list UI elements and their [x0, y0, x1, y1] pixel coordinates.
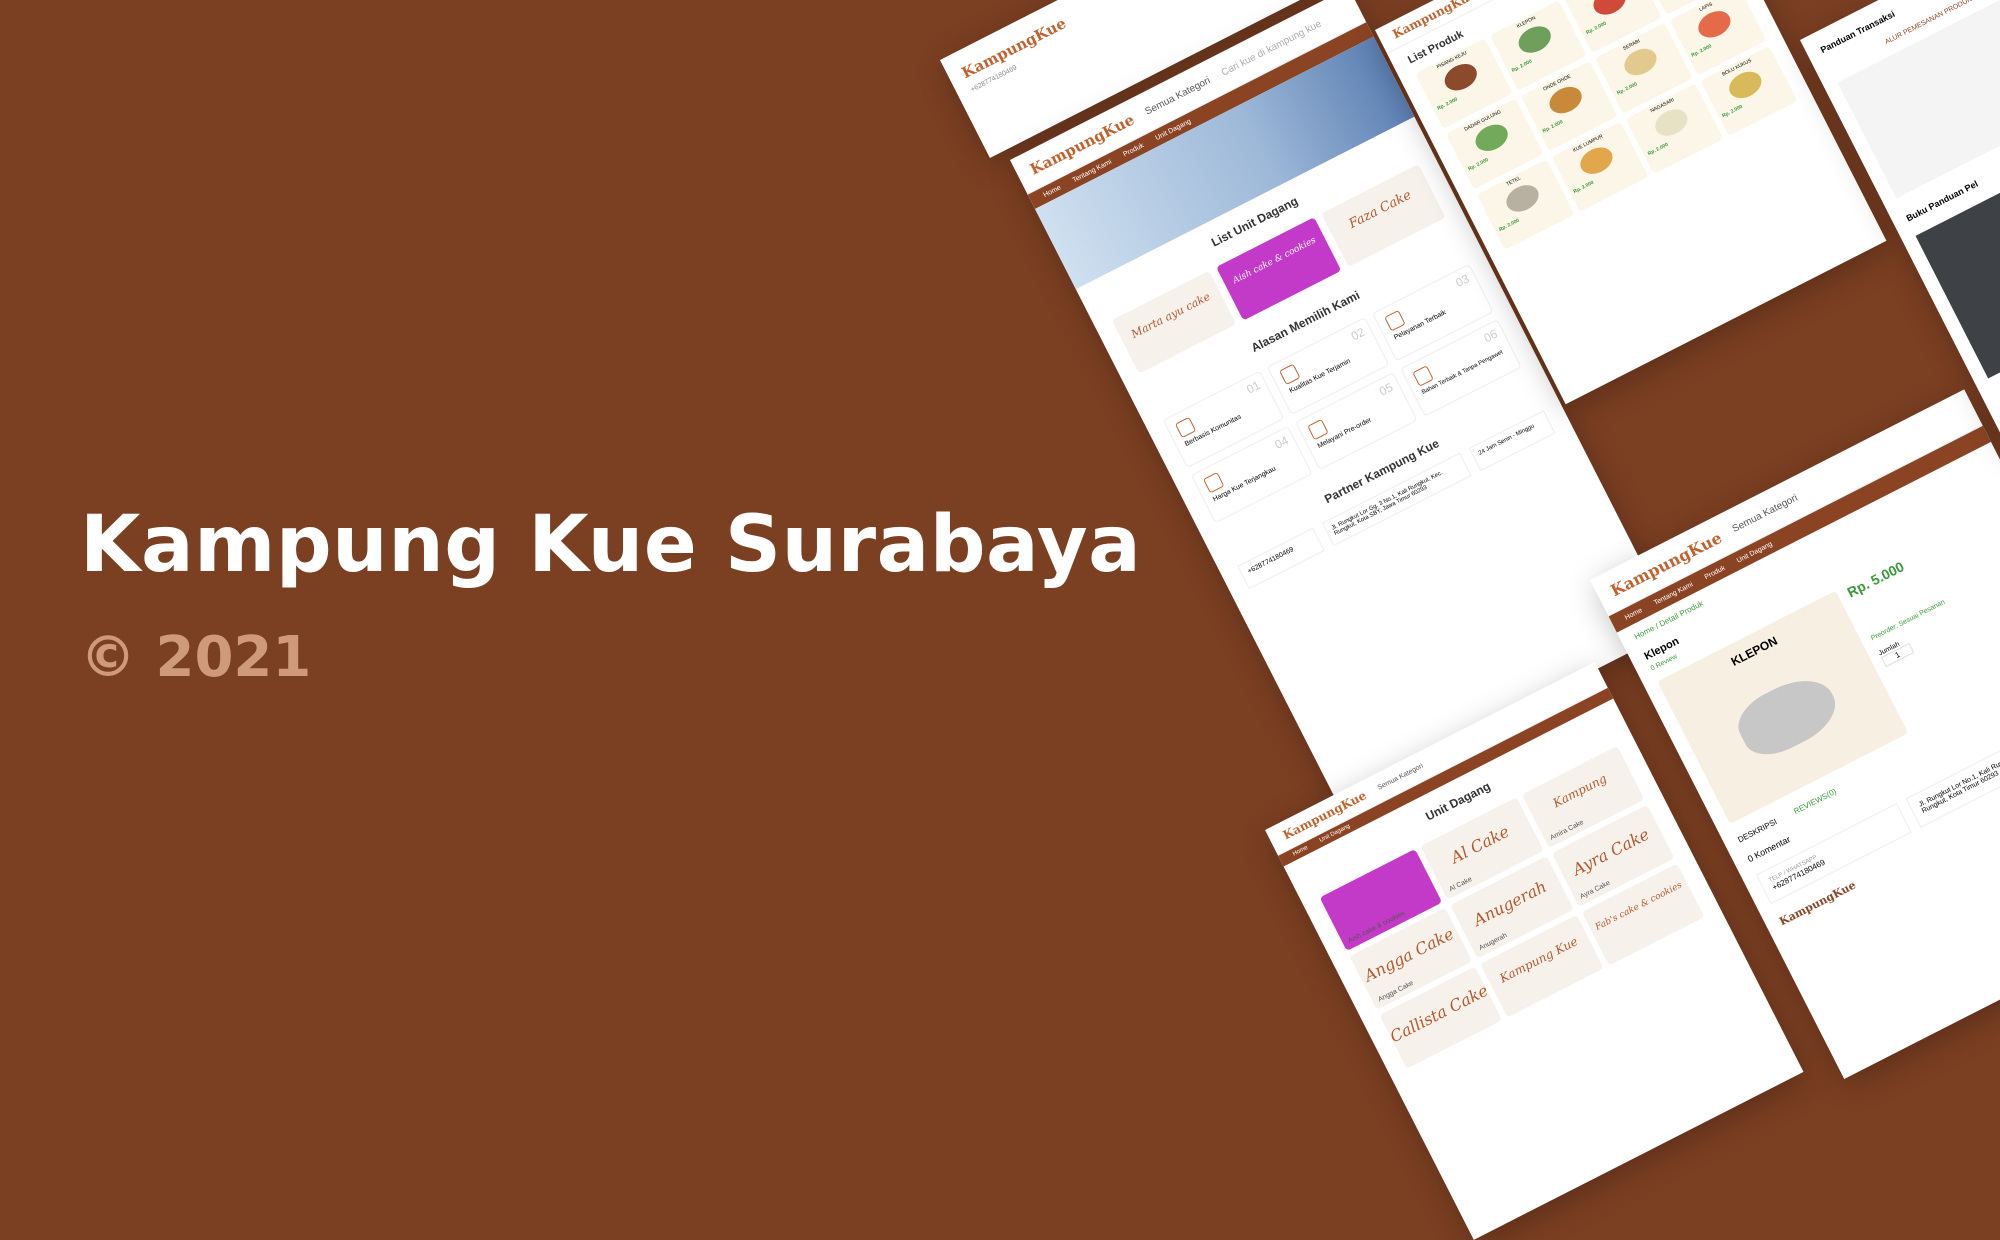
hero-copyright: © 2021	[80, 625, 312, 690]
units-menu-home[interactable]: Home	[1292, 845, 1309, 858]
star-icon	[1279, 363, 1301, 385]
community-icon	[1174, 416, 1197, 439]
leaf-icon	[1412, 365, 1434, 387]
hero-title: Kampung Kue Surabaya	[80, 500, 1142, 590]
thumbs-up-icon	[1383, 310, 1406, 332]
tag-icon	[1202, 471, 1225, 494]
cart-icon	[1307, 418, 1330, 441]
